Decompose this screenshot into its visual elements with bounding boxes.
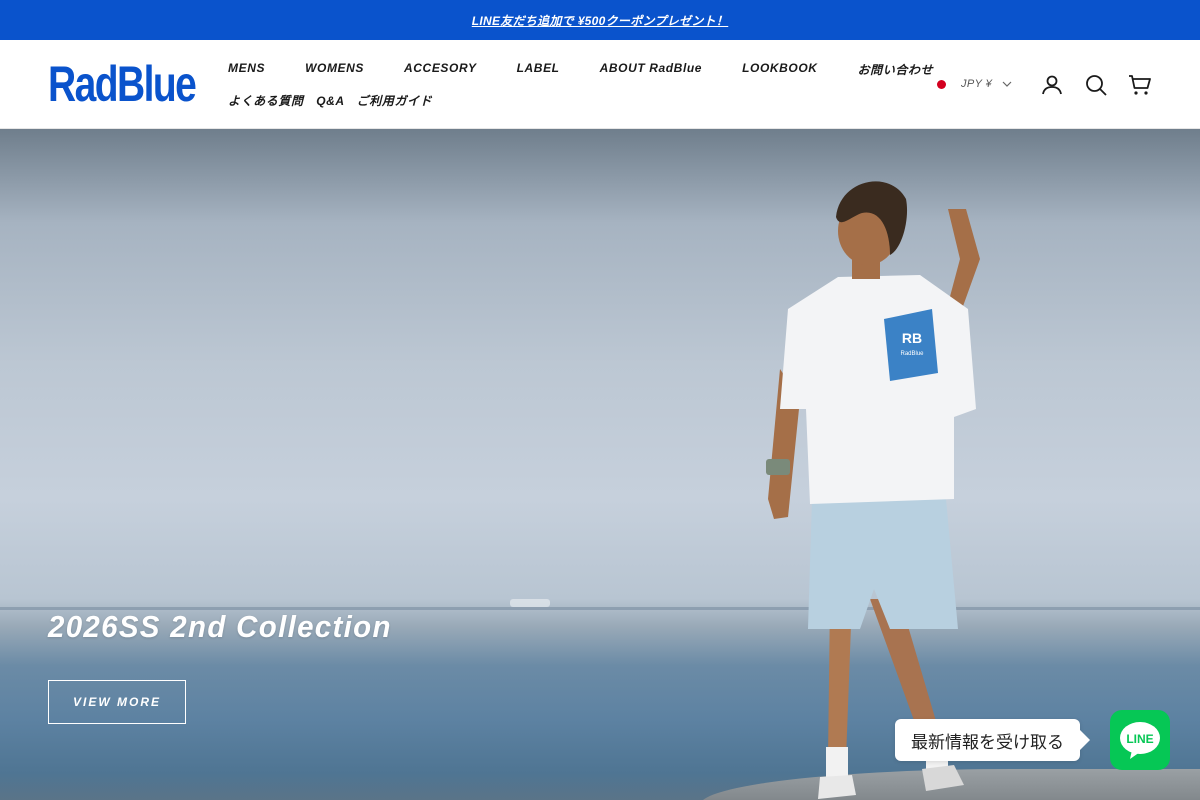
nav-item-contact[interactable]: お問い合わせ <box>858 61 934 78</box>
line-icon: LINE <box>1120 722 1160 759</box>
announcement-link[interactable]: LINE友だち追加で ¥500クーポンプレゼント！ <box>472 12 729 29</box>
nav-item-label[interactable]: LABEL <box>517 61 560 78</box>
nav-item-faq[interactable]: よくある質問 Q&A <box>228 92 345 109</box>
search-icon[interactable] <box>1084 73 1108 97</box>
cart-icon[interactable] <box>1128 73 1152 97</box>
tshirt-print-mark: RB <box>902 330 922 346</box>
nav-item-accessory[interactable]: ACCESORY <box>404 61 477 78</box>
view-more-button[interactable]: VIEW MORE <box>48 680 186 724</box>
tshirt-print-brand: RadBlue <box>900 351 924 357</box>
hero-title: 2026SS 2nd Collection <box>48 609 392 644</box>
line-speech-bubble[interactable]: 最新情報を受け取る <box>895 719 1090 761</box>
account-icon[interactable] <box>1040 73 1064 97</box>
line-icon-text: LINE <box>1126 732 1153 746</box>
nav-item-about[interactable]: ABOUT RadBlue <box>600 61 702 78</box>
nav-item-lookbook[interactable]: LOOKBOOK <box>742 61 817 78</box>
hero-model-image: RB RadBlue <box>766 181 980 799</box>
currency-selector[interactable]: JPY ¥ <box>937 78 1012 90</box>
line-chat-button[interactable]: LINE <box>1110 710 1170 770</box>
nav-item-mens[interactable]: MENS <box>228 61 265 78</box>
main-nav-row-2: よくある質問 Q&A ご利用ガイド <box>228 92 472 109</box>
announcement-bar: LINE友だち追加で ¥500クーポンプレゼント！ <box>0 0 1200 40</box>
nav-item-guide[interactable]: ご利用ガイド <box>357 92 433 109</box>
main-nav-row-1: MENS WOMENS ACCESORY LABEL ABOUT RadBlue… <box>228 61 973 78</box>
japan-flag-icon <box>937 79 946 89</box>
site-header: RadBlue MENS WOMENS ACCESORY LABEL ABOUT… <box>0 40 1200 129</box>
nav-item-womens[interactable]: WOMENS <box>305 61 364 78</box>
chevron-down-icon <box>1002 81 1012 87</box>
distant-ship <box>510 599 550 607</box>
currency-label: JPY ¥ <box>961 78 993 90</box>
site-logo[interactable]: RadBlue <box>48 58 197 110</box>
hero-banner: RB RadBlue 2026SS 2nd Collection VIEW MO… <box>0 129 1200 800</box>
